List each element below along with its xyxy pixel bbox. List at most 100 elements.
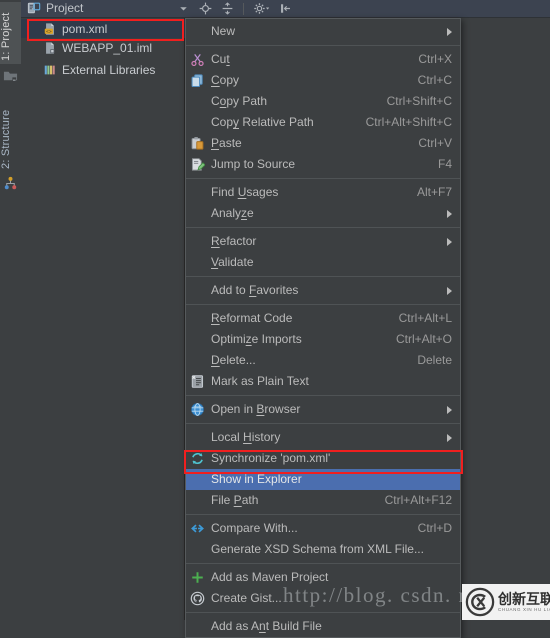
menu-item-shortcut: F4 xyxy=(437,157,452,171)
menu-item-reformat-code[interactable]: Reformat Code Ctrl+Alt+L xyxy=(186,308,460,329)
menu-item-shortcut: Alt+F7 xyxy=(416,185,452,199)
menu-separator xyxy=(186,395,460,396)
menu-item-synchronize-pomxml[interactable]: Synchronize 'pom.xml' xyxy=(186,448,460,469)
menu-item-shortcut: Delete xyxy=(417,353,452,367)
tree-item-webapp-iml-label: WEBAPP_01.iml xyxy=(62,40,153,55)
menu-item-optimize-imports[interactable]: Optimize Imports Ctrl+Alt+O xyxy=(186,329,460,350)
menu-item-shortcut: Ctrl+Alt+Shift+C xyxy=(365,115,452,129)
menu-item-label: Local History xyxy=(211,430,281,444)
menu-item-label: Copy Path xyxy=(211,94,268,108)
menu-item-refactor[interactable]: Refactor xyxy=(186,231,460,252)
menu-separator xyxy=(186,612,460,613)
menu-item-generate-xsd-schema-from-xml-file[interactable]: Generate XSD Schema from XML File... xyxy=(186,539,460,560)
tree-item-external-libraries[interactable]: External Libraries xyxy=(21,60,185,79)
tree-item-pom-xml[interactable]: <> pom.xml xyxy=(21,19,185,38)
watermark-logo-mark-icon xyxy=(465,587,495,617)
menu-item-create-gist[interactable]: Create Gist... xyxy=(186,588,460,609)
menu-item-find-usages[interactable]: Find Usages Alt+F7 xyxy=(186,182,460,203)
tree-item-webapp-iml[interactable]: WEBAPP_01.iml xyxy=(21,38,185,57)
project-panel-toolbar xyxy=(177,2,292,15)
menu-item-add-as-maven-project[interactable]: Add as Maven Project xyxy=(186,567,460,588)
github-gist-icon xyxy=(190,591,205,606)
menu-item-label: Copy xyxy=(211,73,240,87)
menu-item-label: Analyze xyxy=(211,206,254,220)
menu-item-mark-as-plain-text[interactable]: Mark as Plain Text xyxy=(186,371,460,392)
plain-text-icon xyxy=(190,374,205,389)
project-view-icon xyxy=(27,2,41,14)
add-plus-icon xyxy=(190,570,205,585)
sidebar-tab-structure[interactable]: 2: Structure xyxy=(0,96,21,172)
menu-separator xyxy=(186,304,460,305)
copy-icon xyxy=(190,73,205,88)
compare-arrows-icon xyxy=(191,524,204,533)
browser-globe-icon xyxy=(191,403,204,416)
menu-item-label: Add as Ant Build File xyxy=(211,619,322,633)
left-tool-strip: 1: Project 2: Structure xyxy=(0,0,22,620)
paste-clipboard-icon xyxy=(190,136,205,151)
menu-item-validate[interactable]: Validate xyxy=(186,252,460,273)
menu-item-label: Compare With... xyxy=(211,521,298,535)
menu-item-label: Generate XSD Schema from XML File... xyxy=(211,542,424,556)
menu-item-label: Reformat Code xyxy=(211,311,293,325)
menu-item-label: Mark as Plain Text xyxy=(211,374,309,388)
menu-item-label: Find Usages xyxy=(211,185,279,199)
menu-separator xyxy=(186,563,460,564)
cut-scissors-icon xyxy=(191,53,204,67)
menu-item-copy-relative-path[interactable]: Copy Relative Path Ctrl+Alt+Shift+C xyxy=(186,112,460,133)
menu-item-label: Add as Maven Project xyxy=(211,570,329,584)
menu-item-copy-path[interactable]: Copy Path Ctrl+Shift+C xyxy=(186,91,460,112)
submenu-arrow-icon xyxy=(447,286,452,295)
menu-item-new[interactable]: New xyxy=(186,21,460,42)
submenu-arrow-icon xyxy=(447,405,452,414)
scroll-from-source-icon[interactable] xyxy=(199,2,212,15)
menu-item-delete[interactable]: Delete... Delete xyxy=(186,350,460,371)
menu-item-copy[interactable]: Copy Ctrl+C xyxy=(186,70,460,91)
menu-item-add-to-favorites[interactable]: Add to Favorites xyxy=(186,280,460,301)
settings-gear-icon[interactable] xyxy=(253,2,270,15)
menu-separator xyxy=(186,227,460,228)
svg-text:<>: <> xyxy=(46,28,52,34)
github-gist-icon xyxy=(190,591,205,606)
menu-item-add-as-ant-build-file[interactable]: Add as Ant Build File xyxy=(186,616,460,637)
view-options-chevron-icon[interactable] xyxy=(177,2,190,15)
menu-item-label: Synchronize 'pom.xml' xyxy=(211,451,331,465)
cut-scissors-icon xyxy=(190,52,205,67)
submenu-arrow-icon xyxy=(447,209,452,218)
compare-arrows-icon xyxy=(190,521,205,536)
project-panel-title: Project xyxy=(46,1,84,15)
menu-item-file-path[interactable]: File Path Ctrl+Alt+F12 xyxy=(186,490,460,511)
menu-item-paste[interactable]: Paste Ctrl+V xyxy=(186,133,460,154)
sidebar-tab-project[interactable]: 1: Project xyxy=(0,2,21,64)
sidebar-tab-structure-label: 2: Structure xyxy=(0,109,12,169)
copy-icon xyxy=(191,74,203,88)
menu-item-show-in-explorer[interactable]: Show in Explorer xyxy=(186,469,460,490)
menu-item-shortcut: Ctrl+Alt+L xyxy=(398,311,452,325)
module-file-icon xyxy=(46,41,55,54)
library-icon xyxy=(44,65,55,74)
menu-item-label: File Path xyxy=(211,493,259,507)
submenu-arrow-icon xyxy=(447,433,452,442)
menu-item-label: Add to Favorites xyxy=(211,283,299,297)
collapse-all-icon[interactable] xyxy=(221,2,234,15)
menu-item-compare-with[interactable]: Compare With... Ctrl+D xyxy=(186,518,460,539)
menu-item-shortcut: Ctrl+V xyxy=(418,136,452,150)
menu-item-jump-to-source[interactable]: Jump to Source F4 xyxy=(186,154,460,175)
menu-item-shortcut: Ctrl+Alt+O xyxy=(395,332,452,346)
watermark-logo-pinyin: CHUANG XIN HU LIAN xyxy=(498,606,550,612)
menu-item-analyze[interactable]: Analyze xyxy=(186,203,460,224)
menu-item-shortcut: Ctrl+Alt+F12 xyxy=(384,493,452,507)
add-plus-icon xyxy=(192,572,203,583)
project-panel-icon[interactable] xyxy=(3,68,18,83)
menu-separator xyxy=(186,423,460,424)
menu-item-label: Show in Explorer xyxy=(211,472,302,486)
menu-item-local-history[interactable]: Local History xyxy=(186,427,460,448)
structure-panel-icon[interactable] xyxy=(3,176,18,191)
xml-file-icon: <> xyxy=(44,22,54,34)
synchronize-refresh-icon xyxy=(190,451,205,466)
menu-item-open-in-browser[interactable]: Open in Browser xyxy=(186,399,460,420)
hide-panel-icon[interactable] xyxy=(279,2,292,15)
toolbar-separator xyxy=(243,2,244,15)
menu-item-cut[interactable]: Cut Ctrl+X xyxy=(186,49,460,70)
paste-clipboard-icon xyxy=(191,137,204,150)
project-panel-header-left: Project xyxy=(27,1,83,15)
